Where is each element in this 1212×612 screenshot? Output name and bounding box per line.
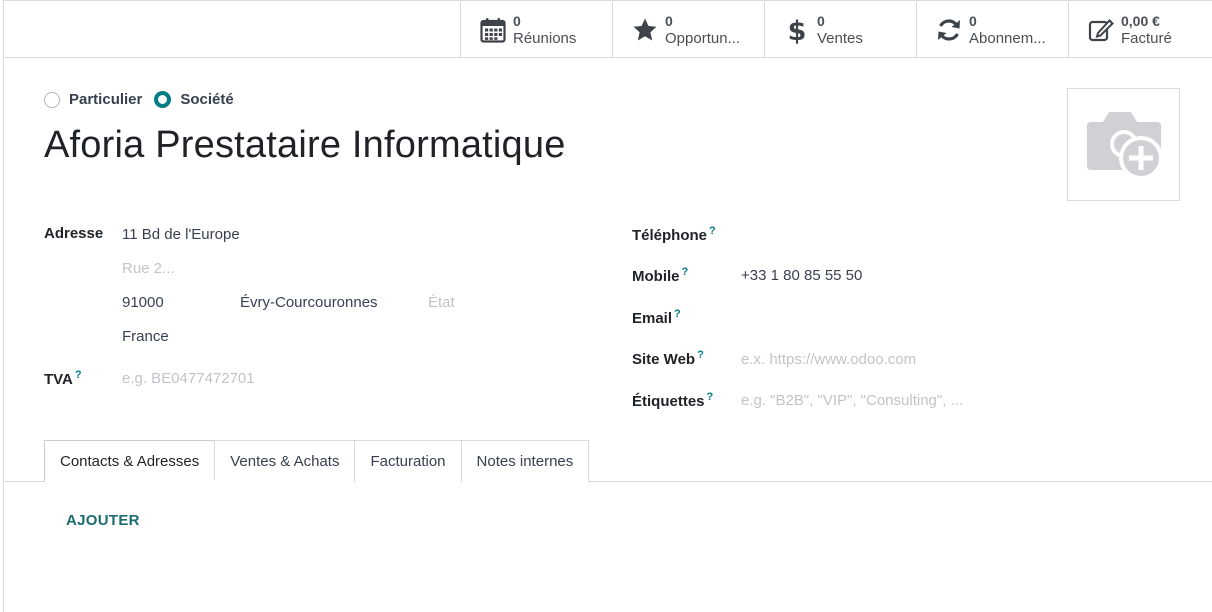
street2-field[interactable]: Rue 2... [122, 260, 175, 277]
tab-sales-purchases[interactable]: Ventes & Achats [214, 440, 356, 482]
refresh-icon [935, 16, 963, 44]
country-field[interactable]: France [122, 328, 169, 345]
vat-label-text: TVA [44, 371, 73, 388]
invoiced-amount: 0,00 € [1121, 13, 1160, 29]
tab-invoicing[interactable]: Facturation [354, 440, 462, 482]
notebook-tabs: Contacts & Adresses Ventes & Achats Fact… [44, 440, 590, 482]
tags-label: Étiquettes? [632, 391, 713, 410]
phone-label-text: Téléphone [632, 227, 708, 244]
radio-company-label[interactable]: Société [180, 91, 233, 108]
website-field[interactable]: e.x. https://www.odoo.com [741, 351, 916, 368]
phone-help-icon[interactable]: ? [709, 225, 716, 237]
sales-label: Ventes [817, 30, 863, 47]
email-field[interactable] [741, 309, 1141, 327]
tab-internal-notes[interactable]: Notes internes [460, 440, 590, 482]
sales-smart-button[interactable]: $ 0 Ventes [764, 2, 916, 58]
invoiced-label: Facturé [1121, 30, 1172, 47]
street-field[interactable]: 11 Bd de l'Europe [122, 226, 240, 243]
email-label: Email? [632, 308, 681, 327]
vat-field[interactable]: e.g. BE0477472701 [122, 370, 255, 387]
camera-add-icon [1086, 111, 1163, 180]
tags-help-icon[interactable]: ? [707, 391, 714, 403]
subscriptions-count: 0 [969, 13, 977, 29]
address-label: Adresse [44, 225, 104, 242]
meetings-smart-button[interactable]: 0 Réunions [460, 2, 612, 58]
email-label-text: Email [632, 310, 673, 327]
website-label: Site Web? [632, 349, 704, 368]
vat-label: TVA? [44, 369, 82, 388]
opportunities-label: Opportun... [665, 30, 741, 47]
vat-help-icon[interactable]: ? [75, 369, 82, 381]
website-label-text: Site Web [632, 351, 696, 368]
radio-company-circle[interactable] [154, 91, 172, 108]
star-icon [631, 16, 659, 44]
zip-field[interactable]: 91000 [122, 294, 164, 311]
header-divider [3, 57, 1212, 58]
radio-individual[interactable]: Particulier [44, 91, 142, 108]
phone-label: Téléphone? [632, 225, 716, 244]
radio-company[interactable]: Société [154, 91, 234, 108]
website-help-icon[interactable]: ? [697, 349, 704, 361]
mobile-field[interactable]: +33 1 80 85 55 50 [741, 267, 862, 284]
edit-icon [1087, 16, 1115, 44]
smart-button-bar: 0 Réunions 0 Opportun... $ 0 Ventes 0 Ab… [460, 2, 1212, 58]
dollar-icon: $ [783, 16, 811, 44]
active-tab-underline-cover [45, 480, 222, 483]
tags-label-text: Étiquettes [632, 393, 705, 410]
avatar-upload[interactable] [1067, 88, 1180, 201]
company-name-field[interactable]: Aforia Prestataire Informatique [44, 124, 566, 167]
invoiced-smart-button[interactable]: 0,00 € Facturé [1068, 2, 1212, 58]
opportunities-smart-button[interactable]: 0 Opportun... [612, 2, 764, 58]
subscriptions-smart-button[interactable]: 0 Abonnem... [916, 2, 1068, 58]
meetings-count: 0 [513, 13, 521, 29]
radio-individual-label[interactable]: Particulier [69, 91, 142, 108]
mobile-help-icon[interactable]: ? [682, 266, 689, 278]
city-field[interactable]: Évry-Courcouronnes [240, 294, 378, 311]
mobile-label: Mobile? [632, 266, 688, 285]
state-field[interactable]: État [428, 294, 455, 311]
opportunities-count: 0 [665, 13, 673, 29]
sales-count: 0 [817, 13, 825, 29]
meetings-label: Réunions [513, 30, 577, 47]
subscriptions-label: Abonnem... [969, 30, 1046, 47]
radio-individual-circle[interactable] [44, 91, 60, 108]
add-contact-button[interactable]: AJOUTER [66, 512, 140, 529]
partner-type-radio-group: Particulier Société [44, 91, 246, 108]
email-help-icon[interactable]: ? [674, 308, 681, 320]
mobile-label-text: Mobile [632, 268, 680, 285]
svg-text:$: $ [788, 16, 807, 44]
tab-contacts-addresses[interactable]: Contacts & Adresses [44, 440, 216, 482]
tags-field[interactable]: e.g. "B2B", "VIP", "Consulting", ... [741, 392, 963, 409]
calendar-icon [479, 16, 507, 44]
phone-field[interactable] [741, 226, 1141, 244]
